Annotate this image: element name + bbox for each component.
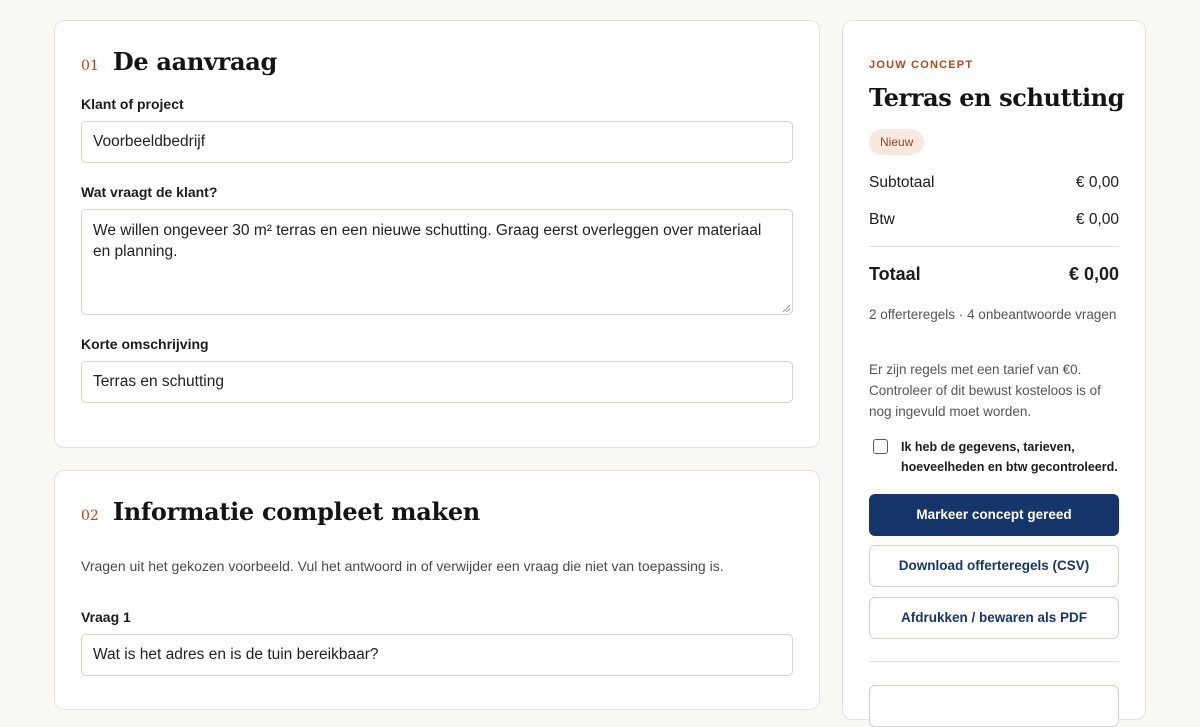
total-value: € 0,00 [1068, 264, 1119, 284]
mark-ready-button[interactable]: Markeer concept gereed [869, 494, 1119, 536]
section-title: Informatie compleet maken [112, 497, 480, 526]
concept-title: Terras en schutting [869, 83, 1125, 112]
subtotal-row: Subtotaal € 0,00 [869, 174, 1119, 192]
zero-rate-warning: Er zijn regels met een tarief van €0. Co… [869, 362, 1101, 419]
status-badge: Nieuw [869, 129, 925, 155]
concept-sidebar: JOUW CONCEPT Terras en schutting Nieuw S… [842, 20, 1146, 727]
verified-checkbox-label[interactable]: Ik heb de gegevens, tarieven, hoeveelhed… [901, 437, 1121, 477]
complete-info-card: 02 Informatie compleet maken Vragen uit … [54, 470, 820, 710]
request-label: Wat vraagt de klant? [81, 184, 218, 200]
download-csv-button[interactable]: Download offerteregels (CSV) [869, 545, 1119, 587]
verified-checkbox[interactable] [873, 439, 888, 454]
vat-label: Btw [869, 211, 895, 228]
subtotal-label: Subtotaal [869, 174, 935, 191]
summary-input[interactable]: Terras en schutting [81, 361, 793, 403]
section-number: 01 [81, 58, 99, 74]
total-row: Totaal € 0,00 [869, 264, 1119, 285]
request-text: We willen ongeveer 30 m² terras en een n… [93, 222, 762, 260]
next-action-button[interactable] [869, 685, 1119, 727]
request-card: 01 De aanvraag Klant of project Voorbeel… [54, 20, 820, 448]
section-title: De aanvraag [112, 47, 277, 76]
print-pdf-button[interactable]: Afdrukken / bewaren als PDF [869, 597, 1119, 639]
request-textarea[interactable]: We willen ongeveer 30 m² terras en een n… [81, 209, 793, 315]
section-number: 02 [81, 508, 99, 524]
section-header-complete-info: 02 Informatie compleet maken [81, 497, 480, 526]
question-input[interactable]: Wat is het adres en is de tuin bereikbaa… [81, 634, 793, 676]
vat-row: Btw € 0,00 [869, 211, 1119, 229]
client-input[interactable]: Voorbeeldbedrijf [81, 121, 793, 163]
subtotal-value: € 0,00 [1075, 174, 1119, 191]
section-hint: Vragen uit het gekozen voorbeeld. Vul he… [81, 558, 724, 574]
total-label: Totaal [869, 264, 921, 284]
question-label: Vraag 1 [81, 609, 131, 625]
divider [869, 661, 1119, 662]
divider [869, 246, 1119, 247]
resize-handle-icon[interactable] [782, 304, 790, 312]
summary-label: Korte omschrijving [81, 336, 209, 352]
section-header-request: 01 De aanvraag [81, 47, 277, 76]
vat-value: € 0,00 [1075, 211, 1119, 228]
verified-checkbox-row[interactable]: Ik heb de gegevens, tarieven, hoeveelhed… [873, 437, 1121, 477]
client-label: Klant of project [81, 96, 184, 112]
concept-stats: 2 offerteregels · 4 onbeantwoorde vragen [869, 307, 1117, 322]
concept-eyebrow: JOUW CONCEPT [869, 59, 974, 71]
